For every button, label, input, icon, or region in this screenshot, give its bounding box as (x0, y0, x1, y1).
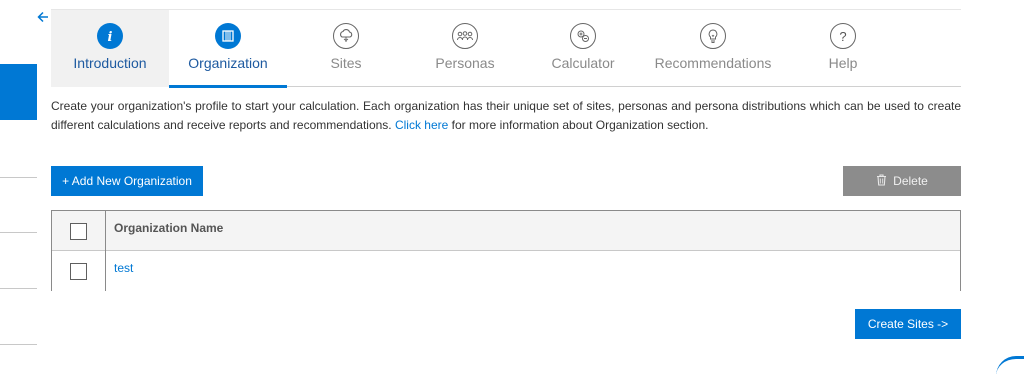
sidebar-divider (0, 344, 37, 345)
question-icon: ? (830, 23, 856, 49)
people-icon (452, 23, 478, 49)
tab-label: Organization (188, 55, 268, 71)
click-here-link[interactable]: Click here (395, 118, 448, 132)
header-checkbox-cell (52, 211, 106, 251)
select-all-checkbox[interactable] (70, 222, 87, 240)
lightbulb-icon (700, 23, 726, 49)
description-text-end: for more information about Organization … (448, 118, 709, 132)
row-checkbox[interactable] (70, 262, 87, 280)
tab-introduction[interactable]: i Introduction (51, 10, 169, 87)
tab-organization[interactable]: Organization (169, 10, 287, 88)
tab-sites[interactable]: Sites (287, 10, 405, 87)
tab-personas[interactable]: Personas (405, 10, 525, 87)
delete-button[interactable]: Delete (843, 166, 961, 196)
wizard-tab-bar: i Introduction Organization Sites Person… (51, 9, 961, 88)
tab-label: Personas (435, 55, 495, 71)
trash-icon (876, 173, 887, 189)
tab-label: Recommendations (654, 55, 772, 71)
row-checkbox-cell (52, 251, 106, 291)
calculator-icon (570, 23, 596, 49)
organization-name-link[interactable]: test (114, 248, 133, 288)
tab-label: Help (828, 55, 858, 71)
sidebar-divider (0, 288, 37, 289)
organization-table: Organization Name test (51, 210, 961, 291)
info-icon: i (97, 23, 123, 49)
cloud-tree-icon (333, 23, 359, 49)
tab-help[interactable]: ? Help (785, 10, 901, 87)
tab-recommendations[interactable]: Recommendations (641, 10, 785, 87)
sidebar-item-active[interactable] (0, 64, 37, 120)
add-new-organization-button[interactable]: + Add New Organization (51, 166, 203, 196)
create-sites-button[interactable]: Create Sites -> (855, 309, 961, 339)
sidebar-divider (0, 177, 37, 178)
tab-calculator[interactable]: Calculator (525, 10, 641, 87)
svg-text:i: i (108, 30, 113, 43)
collapse-arrow-icon[interactable] (36, 10, 50, 24)
column-header-organization-name[interactable]: Organization Name (114, 208, 223, 248)
building-icon (215, 23, 241, 49)
active-tab-indicator (169, 85, 287, 88)
tab-label: Calculator (551, 55, 615, 71)
table-row[interactable]: test (52, 251, 960, 291)
svg-text:?: ? (839, 29, 846, 43)
left-sidebar (0, 0, 37, 374)
sidebar-divider (0, 232, 37, 233)
delete-label: Delete (893, 174, 928, 188)
tab-label: Introduction (73, 55, 147, 71)
decorative-swoosh (996, 356, 1024, 374)
tab-label: Sites (330, 55, 362, 71)
table-header-row: Organization Name (52, 211, 960, 251)
section-description: Create your organization's profile to st… (51, 97, 961, 135)
